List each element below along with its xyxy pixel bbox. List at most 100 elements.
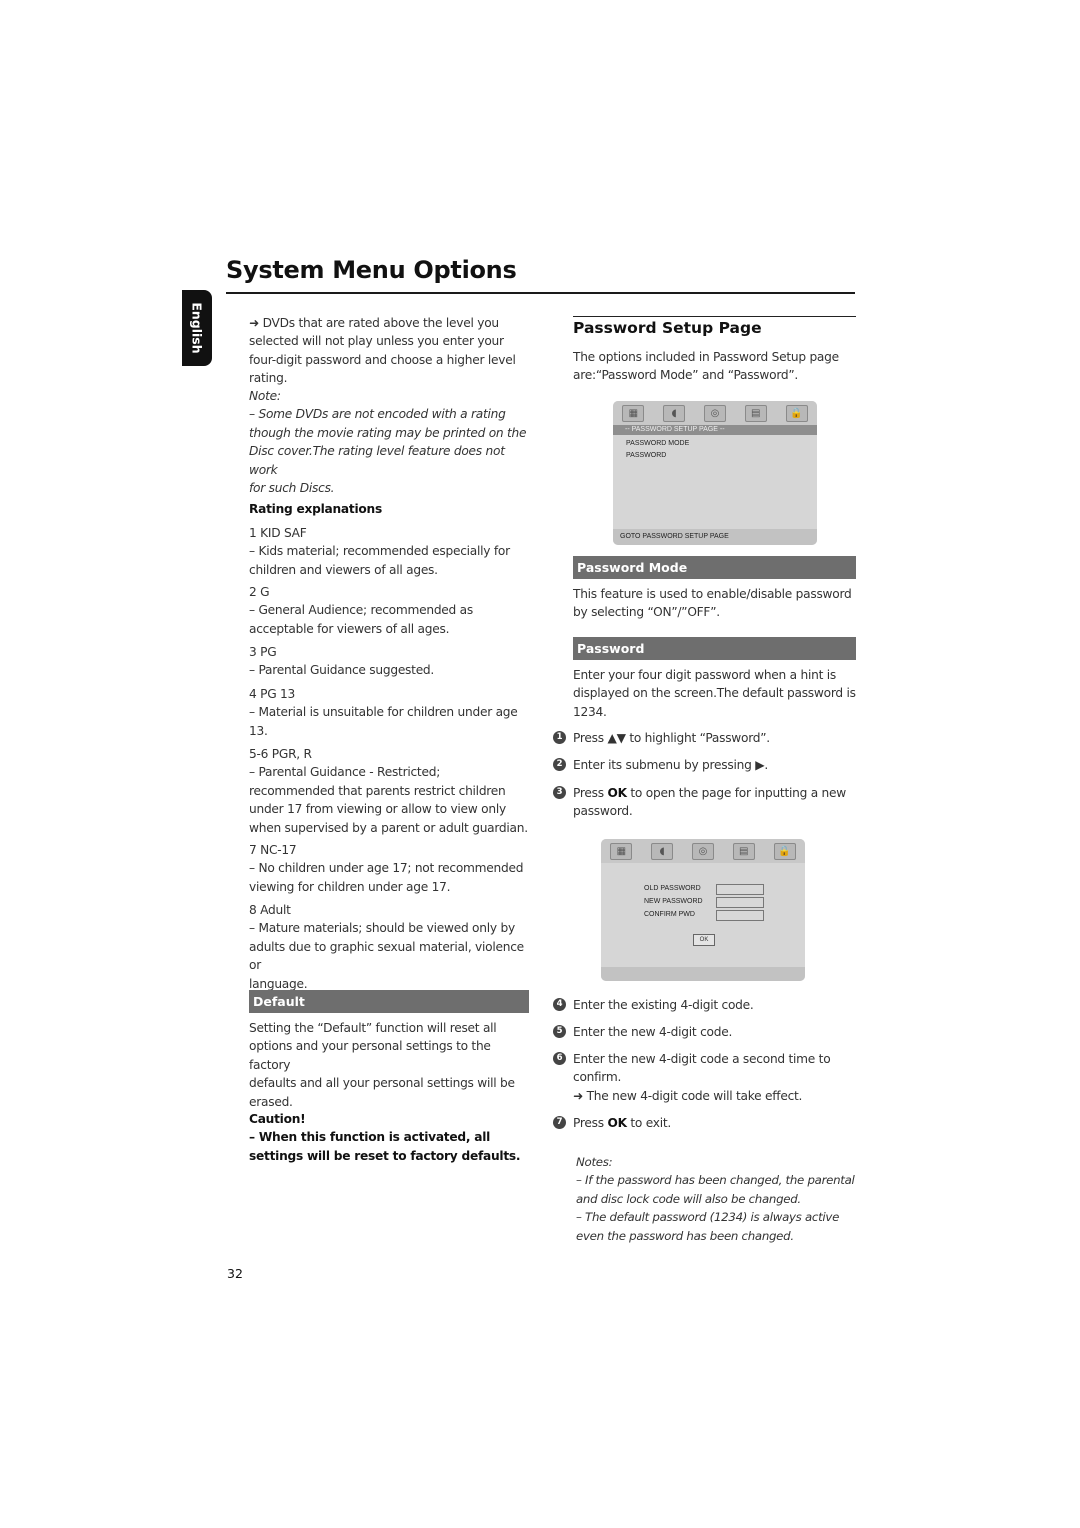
- intro-paragraph: ➜ DVDs that are rated above the level yo…: [249, 314, 531, 388]
- text-line: defaults and all your personal settings …: [249, 1076, 515, 1091]
- step-number: 6: [553, 1052, 566, 1065]
- rating-desc: under 17 from viewing or allow to view o…: [249, 802, 506, 817]
- step-item: 3 Press OK to open the page for inputtin…: [553, 784, 858, 821]
- note-label: Note:: [249, 389, 281, 403]
- step-text: Press OK to exit.: [573, 1114, 858, 1132]
- rating-desc: children and viewers of all ages.: [249, 562, 438, 577]
- osd-item-password[interactable]: PASSWORD: [626, 452, 666, 459]
- password-mode-description: This feature is used to enable/disable p…: [573, 585, 856, 622]
- step-text: Press OK to open the page for inputting …: [573, 784, 858, 821]
- rating-desc: – Parental Guidance - Restricted;: [249, 765, 441, 780]
- rating-desc: – Kids material; recommended especially …: [249, 544, 510, 559]
- text-line: This feature is used to enable/disable p…: [573, 587, 852, 601]
- step-item: 6 Enter the new 4-digit code a second ti…: [553, 1050, 858, 1105]
- text-line: displayed on the screen.The default pass…: [573, 686, 856, 701]
- step-item: 5 Enter the new 4-digit code.: [553, 1023, 858, 1041]
- step-text: Press ▲▼ to highlight “Password”.: [573, 731, 770, 745]
- audio-setup-icon: ◖: [663, 404, 686, 422]
- rating-item: 2 G – General Audience; recommended as a…: [249, 583, 531, 638]
- note-line: though the movie rating may be printed o…: [249, 425, 527, 440]
- old-password-field[interactable]: [716, 884, 764, 895]
- rating-desc: – General Audience; recommended as: [249, 603, 473, 618]
- osd-icon-bar: ▦ ◖ ◎ ▤ 🔒: [601, 839, 805, 863]
- note-block: Note: – Some DVDs are not encoded with a…: [249, 387, 531, 497]
- osd-password-setup-screen: ▦ ◖ ◎ ▤ 🔒 -- PASSWORD SETUP PAGE -- PASS…: [613, 401, 817, 545]
- step-text: Enter its submenu by pressing ▶.: [573, 758, 768, 772]
- rating-heading: Rating explanations: [249, 502, 382, 516]
- ok-key-label: OK: [607, 786, 627, 800]
- rating-label: 2 G: [249, 585, 270, 599]
- step-text: Enter the new 4-digit code a second time…: [573, 1052, 831, 1085]
- step-text: Enter the new 4-digit code.: [573, 1025, 733, 1039]
- preference-icon: ▤: [744, 404, 767, 422]
- note-line: Disc cover.The rating level feature does…: [249, 444, 505, 477]
- rating-desc: viewing for children under age 17.: [249, 879, 451, 894]
- rating-desc: recommended that parents restrict childr…: [249, 783, 506, 798]
- note-line: even the password has been changed.: [576, 1228, 794, 1243]
- general-setup-icon: ▦: [610, 842, 633, 860]
- notes-label: Notes:: [576, 1155, 613, 1169]
- notes-block: Notes: – If the password has been change…: [576, 1153, 861, 1245]
- note-line: for such Discs.: [249, 481, 335, 496]
- page-number: 32: [227, 1266, 243, 1281]
- section-title: Password Setup Page: [573, 319, 762, 337]
- step-item: 2 Enter its submenu by pressing ▶.: [553, 756, 858, 774]
- rating-label: 3 PG: [249, 645, 277, 659]
- rating-item: 1 KID SAF – Kids material; recommended e…: [249, 524, 531, 579]
- password-bar: Password: [573, 637, 856, 660]
- step-number: 4: [553, 998, 566, 1011]
- rating-item: 5-6 PGR, R – Parental Guidance - Restric…: [249, 745, 531, 837]
- rating-desc: – Parental Guidance suggested.: [249, 663, 435, 678]
- text-line: Enter your four digit password when a hi…: [573, 668, 836, 682]
- ok-key-label: OK: [607, 1116, 627, 1130]
- text-line: are:“Password Mode” and “Password”.: [573, 368, 799, 383]
- text-line: The options included in Password Setup p…: [573, 350, 839, 364]
- step-number: 2: [553, 758, 566, 771]
- video-setup-icon: ◎: [703, 404, 726, 422]
- rating-label: 1 KID SAF: [249, 526, 307, 540]
- text-line: erased.: [249, 1094, 293, 1109]
- osd-change-password-screen: ▦ ◖ ◎ ▤ 🔒 OLD PASSWORD NEW PASSWORD CONF…: [601, 839, 805, 981]
- note-line: – If the password has been changed, the …: [576, 1173, 855, 1188]
- osd-footer: [601, 967, 805, 981]
- new-password-field[interactable]: [716, 897, 764, 908]
- step-number: 1: [553, 731, 566, 744]
- osd-footer: GOTO PASSWORD SETUP PAGE: [613, 529, 817, 545]
- rating-desc: acceptable for viewers of all ages.: [249, 621, 450, 636]
- note-line: – Some DVDs are not encoded with a ratin…: [249, 407, 506, 422]
- text-run: Press: [573, 786, 608, 800]
- step-text: Enter the existing 4-digit code.: [573, 998, 754, 1012]
- caution-line: – When this function is activated, all: [249, 1130, 491, 1145]
- text-line: options and your personal settings to th…: [249, 1039, 491, 1072]
- osd-ok-button[interactable]: OK: [693, 934, 715, 946]
- section-intro: The options included in Password Setup p…: [573, 348, 856, 385]
- section-rule: [573, 316, 856, 317]
- osd-item-password-mode[interactable]: PASSWORD MODE: [626, 440, 689, 447]
- default-section-bar: Default: [249, 990, 529, 1013]
- rating-label: 5-6 PGR, R: [249, 747, 312, 761]
- preference-icon: ▤: [732, 842, 755, 860]
- password-mode-bar: Password Mode: [573, 556, 856, 579]
- osd-page-strip: -- PASSWORD SETUP PAGE --: [613, 425, 817, 435]
- video-setup-icon: ◎: [691, 842, 714, 860]
- text-run: Press: [573, 1116, 608, 1130]
- title-rule: [226, 292, 855, 294]
- lock-icon: 🔒: [773, 842, 796, 860]
- step-item: 1 Press ▲▼ to highlight “Password”.: [553, 729, 858, 747]
- confirm-password-field[interactable]: [716, 910, 764, 921]
- arrow-icon: ➜: [249, 316, 259, 330]
- rating-item: 3 PG – Parental Guidance suggested.: [249, 643, 531, 680]
- caution-label: Caution!: [249, 1112, 306, 1126]
- new-password-label: NEW PASSWORD: [644, 898, 703, 905]
- rating-item: 8 Adult – Mature materials; should be vi…: [249, 901, 531, 993]
- rating-desc: – Mature materials; should be viewed onl…: [249, 921, 515, 936]
- default-description: Setting the “Default” function will rese…: [249, 1019, 531, 1111]
- rating-desc: – Material is unsuitable for children un…: [249, 705, 518, 720]
- rating-label: 8 Adult: [249, 903, 291, 917]
- rating-label: 4 PG 13: [249, 687, 296, 701]
- page-title: System Menu Options: [226, 256, 517, 284]
- rating-desc: – No children under age 17; not recommen…: [249, 861, 524, 876]
- rating-desc: adults due to graphic sexual material, v…: [249, 939, 524, 973]
- language-tab-label: English: [189, 302, 205, 354]
- text-line: Setting the “Default” function will rese…: [249, 1021, 497, 1035]
